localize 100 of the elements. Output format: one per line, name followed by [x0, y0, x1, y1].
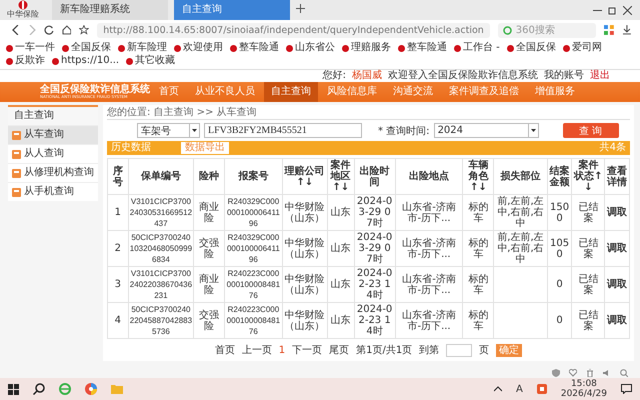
download-icon[interactable]	[622, 25, 632, 35]
new-tab-icon[interactable]	[296, 4, 305, 16]
year-select[interactable]: 2024	[434, 123, 539, 138]
table-cell: 已结案	[578, 274, 598, 296]
nav-item[interactable]: 自主查询	[264, 82, 318, 102]
current-page: 1	[278, 344, 286, 356]
table-cell: 标的车	[468, 310, 488, 332]
home-icon[interactable]	[62, 25, 72, 35]
first-page-link[interactable]: 首页	[214, 344, 235, 356]
folder-tab-icon	[12, 168, 21, 178]
bookmark[interactable]: 全国反保	[62, 42, 111, 54]
bookmark[interactable]: 整车险通	[230, 42, 279, 54]
table-cell: 山东	[330, 315, 351, 326]
table-cell: 50CICP3700240103204680509996834	[130, 233, 192, 264]
system-title: 全国反保险欺诈信息系统	[40, 85, 150, 95]
page-input[interactable]	[446, 344, 472, 357]
table-cell: 1500	[550, 202, 570, 224]
table-cell: V3101CICP370024030531669512437	[130, 197, 192, 228]
goto-label: 到第	[419, 344, 440, 356]
clock-date: 2026/4/29	[560, 389, 607, 399]
next-page-link[interactable]: 下一页	[292, 344, 322, 356]
table-cell: 商业险	[199, 202, 220, 224]
sidebar-item[interactable]: 从手机查询	[8, 182, 98, 201]
bookmark[interactable]: 工作台 -	[454, 42, 500, 54]
logout-link[interactable]: 退出	[590, 70, 610, 82]
clock-time: 15:08	[570, 379, 597, 389]
column-header: 保单编号	[128, 158, 194, 194]
bookmark[interactable]: 新车险理	[118, 42, 167, 54]
notification-icon[interactable]	[621, 384, 632, 394]
field-select[interactable]: 车架号	[137, 123, 200, 138]
sidebar-item[interactable]: 从人查询	[8, 144, 98, 163]
company-logo-icon	[17, 0, 29, 10]
bookmark[interactable]: 欢迎使用	[174, 42, 223, 54]
color-wheel-icon[interactable]	[85, 383, 97, 395]
table-cell: 前,左前,左中,右前,右中	[497, 232, 544, 265]
folder-tab-icon	[12, 130, 21, 140]
reload-icon[interactable]	[44, 25, 54, 35]
table-cell: 1	[114, 207, 121, 218]
folder-tab-icon	[12, 188, 21, 196]
bookmark[interactable]: 其它收藏	[126, 55, 176, 67]
table-cell: 山东省-济南市-历下...	[402, 202, 456, 224]
last-page-link[interactable]: 尾页	[329, 344, 350, 356]
app-tray-icon[interactable]	[536, 384, 547, 394]
time-label: * 查询时间:	[378, 124, 430, 138]
heart-icon[interactable]	[569, 368, 577, 376]
column-header: 案件地区↑↓	[327, 158, 354, 194]
bookmark[interactable]: 理赔服务	[342, 42, 391, 54]
bookmark[interactable]: 整车险通	[398, 42, 447, 54]
bookmark[interactable]: 山东省公	[286, 42, 335, 54]
table-cell: 中华财险（山东）	[284, 310, 325, 332]
star-icon[interactable]	[79, 25, 90, 35]
table-cell: 山东	[330, 207, 351, 218]
restore-icon[interactable]	[608, 6, 617, 14]
prev-page-link[interactable]: 上一页	[242, 344, 272, 356]
table-cell: R240329C00000010000641196	[226, 233, 280, 264]
zoom-icon[interactable]	[620, 368, 628, 376]
table-cell: 1050	[550, 238, 570, 260]
table-cell: 3	[114, 279, 121, 290]
bookmark[interactable]: 反欺诈	[6, 55, 45, 67]
column-header: 报案号	[224, 158, 282, 194]
column-header: 损失部位	[494, 158, 548, 194]
start-icon[interactable]	[8, 384, 19, 394]
trash-icon[interactable]	[586, 368, 594, 376]
shield-icon[interactable]	[552, 368, 560, 376]
search-icon[interactable]	[33, 383, 45, 395]
table-cell: 交强险	[199, 310, 220, 332]
column-header: 出险地点	[395, 158, 463, 194]
table-cell: 0	[556, 315, 563, 326]
result-count: 共4条	[600, 142, 626, 154]
browser-tab[interactable]: 新车险理赔系统	[52, 0, 168, 20]
table-cell: 交强险	[199, 238, 220, 260]
folder-tab-icon	[12, 150, 21, 158]
vin-input[interactable]: LFV3B2FY2MB455521	[204, 123, 362, 138]
bookmark[interactable]: 全国反保	[506, 42, 556, 54]
company-logo-text: 中华保险	[7, 11, 39, 19]
table-cell: R240223C00000010000848176	[226, 269, 280, 300]
bookmark[interactable]: 一车一件	[6, 42, 55, 54]
account-link[interactable]: 我的账号	[544, 70, 584, 82]
close-icon[interactable]	[623, 6, 632, 14]
page-info: 第1页/共1页	[356, 344, 412, 356]
apps-icon[interactable]	[604, 25, 614, 35]
bookmark[interactable]: https://10...	[52, 55, 120, 67]
sidebar-item[interactable]: 从车查询	[8, 125, 98, 144]
address-field[interactable]: http://88.100.14.65:8007/sinoiaaf/independent/queryIndependentVehicle.action	[97, 22, 490, 38]
column-header: 结案金额	[547, 158, 572, 194]
dropdown-icon	[528, 124, 538, 137]
page-unit: 页	[479, 344, 490, 356]
table-cell: 2	[114, 243, 121, 254]
browser-tab[interactable]: 自主查询	[174, 0, 290, 20]
query-button[interactable]: 查 询	[562, 123, 619, 138]
table-cell: 前,左前,左中,右前,右中	[497, 196, 544, 229]
input-method[interactable]: A	[516, 384, 523, 394]
table-cell: 0	[556, 279, 563, 290]
bookmark[interactable]: 爱司网	[562, 42, 602, 54]
back-icon[interactable]	[12, 25, 20, 35]
sidebar-item[interactable]: 从修理机构查询	[8, 163, 98, 182]
dropdown-icon	[189, 124, 199, 137]
column-header: 查看详情	[604, 158, 630, 194]
caret-icon[interactable]	[494, 386, 502, 392]
table-cell: 山东省-济南市-历下...	[402, 238, 456, 260]
